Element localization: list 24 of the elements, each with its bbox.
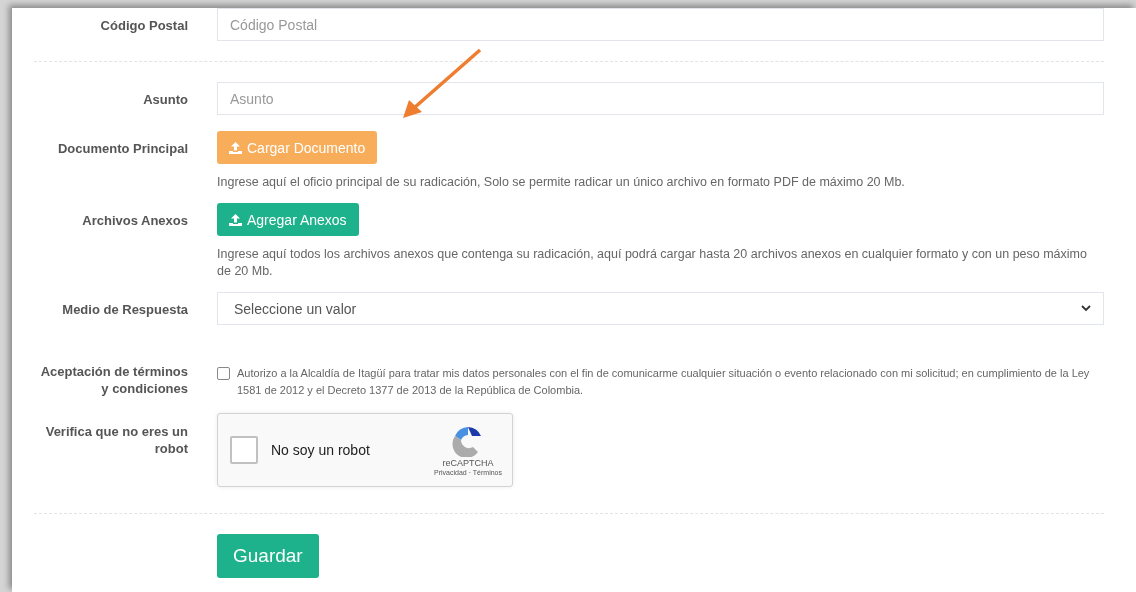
field-label: Archivos Anexos — [82, 212, 188, 229]
captcha-label: No soy un robot — [271, 442, 371, 458]
field-label: Medio de Respuesta — [62, 301, 188, 318]
recaptcha-logo-icon — [452, 424, 484, 457]
field-label: Aceptación de términos y condiciones — [39, 363, 188, 397]
field-label: Código Postal — [100, 17, 188, 34]
help-text: Ingrese aquí el oficio principal de su radicación, Solo se permite radicar un único archivo en formato PDF de máximo 20 Mb. — [217, 174, 905, 191]
captcha-brand: reCAPTCHA — [442, 457, 494, 468]
upload-button[interactable]: Cargar Documento — [217, 131, 378, 164]
upload-icon — [229, 213, 242, 226]
text-input[interactable]: Asunto — [217, 82, 1104, 115]
checkbox[interactable] — [217, 367, 230, 380]
save-button[interactable]: Guardar — [217, 534, 319, 578]
upload-button[interactable]: Agregar Anexos — [217, 203, 359, 236]
field-label: Asunto — [143, 91, 188, 108]
text-input[interactable]: Código Postal — [217, 8, 1104, 41]
chevron-down-icon — [1081, 305, 1091, 312]
field-label: Verifica que no eres un robot — [44, 423, 188, 457]
terms-text: Autorizo a la Alcaldía de Itagüí para tratar mis datos personales con el fin de comunicarme cualquier situación o evento relacionado con mi solicitud; en cumplimiento de la Ley 1581 de 2012 y el Decreto 1377 de 2013 de la República de Colombia. — [237, 366, 1091, 398]
select-dropdown[interactable]: Seleccione un valor — [217, 292, 1104, 325]
captcha-checkbox[interactable] — [230, 436, 258, 464]
help-text: Ingrese aquí todos los archivos anexos que contenga su radicación, aquí podrá cargar hasta 20 archivos anexos en cualquier formato y con un peso máximo de 20 Mb. — [217, 246, 1088, 280]
field-label: Documento Principal — [57, 140, 188, 157]
upload-icon — [229, 141, 242, 154]
